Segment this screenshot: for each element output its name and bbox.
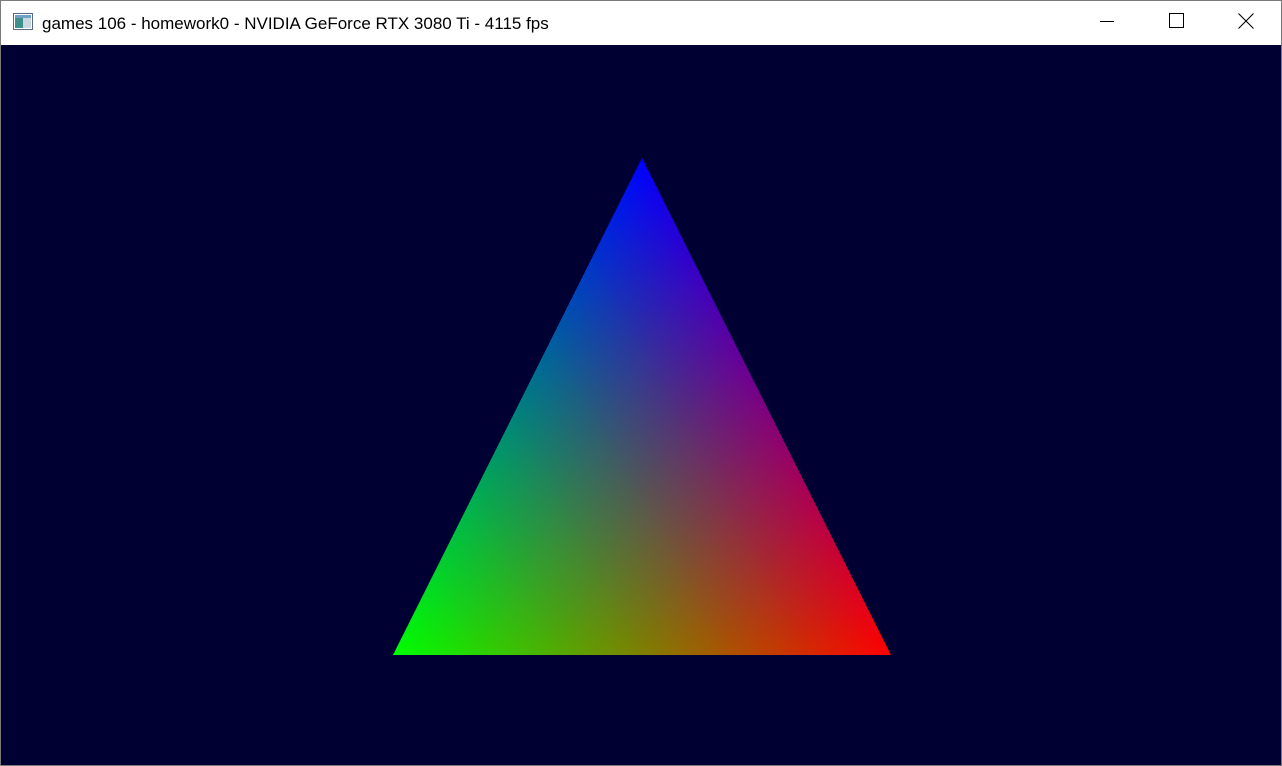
- scene-canvas: [1, 45, 1281, 765]
- app-window-icon[interactable]: [13, 13, 33, 30]
- maximize-icon: [1168, 13, 1184, 33]
- minimize-icon: [1100, 14, 1114, 33]
- minimize-button[interactable]: [1084, 1, 1130, 45]
- app-window: games 106 - homework0 - NVIDIA GeForce R…: [0, 0, 1282, 766]
- title-bar[interactable]: games 106 - homework0 - NVIDIA GeForce R…: [1, 1, 1281, 45]
- maximize-button[interactable]: [1153, 1, 1199, 45]
- close-button[interactable]: [1223, 1, 1269, 45]
- close-icon: [1238, 12, 1254, 34]
- render-viewport[interactable]: [1, 45, 1281, 765]
- window-title: games 106 - homework0 - NVIDIA GeForce R…: [42, 14, 549, 33]
